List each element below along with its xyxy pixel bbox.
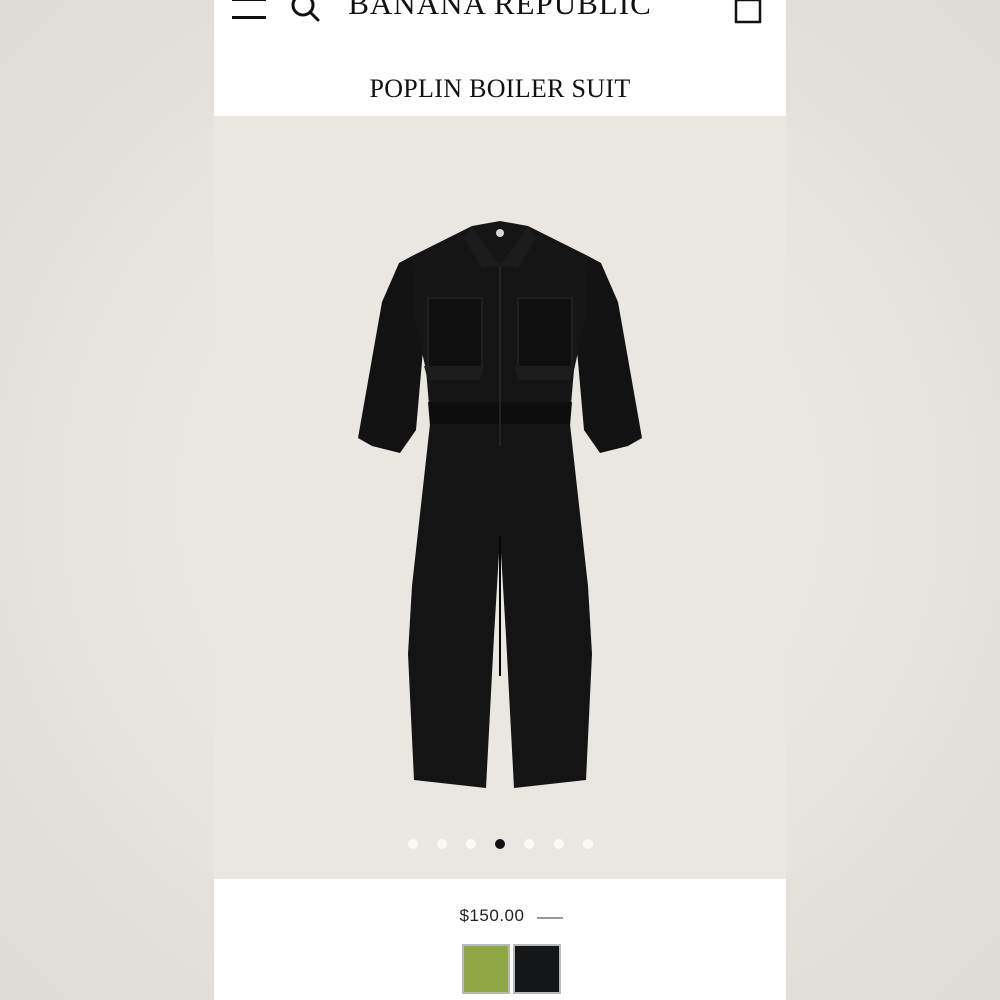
product-title: POPLIN BOILER SUIT [369, 74, 631, 103]
top-navigation-bar: BANANA REPUBLIC [214, 0, 786, 40]
price-row: $150.00 [214, 906, 786, 930]
gallery-dot[interactable] [437, 839, 447, 849]
product-price: $150.00 [459, 906, 525, 925]
color-swatch-green[interactable] [462, 944, 510, 994]
gallery-pagination [214, 837, 786, 851]
gallery-dot[interactable] [524, 839, 534, 849]
menu-icon[interactable] [232, 0, 266, 22]
gallery-dot[interactable] [583, 839, 593, 849]
search-icon[interactable] [288, 0, 324, 24]
mobile-screen: BANANA REPUBLIC POPLIN BOILER SUIT $150.… [214, 0, 786, 1000]
color-swatch-black[interactable] [513, 944, 561, 994]
gallery-dot[interactable] [466, 839, 476, 849]
gallery-dot[interactable] [554, 839, 564, 849]
product-image [358, 221, 642, 788]
shopping-bag-icon[interactable] [732, 0, 764, 26]
gallery-dot-active[interactable] [495, 839, 505, 849]
product-image-gallery[interactable] [214, 116, 786, 879]
brand-logo[interactable]: BANANA REPUBLIC [324, 0, 676, 22]
gallery-dot[interactable] [408, 839, 418, 849]
price-divider [537, 917, 563, 919]
color-swatches [462, 944, 566, 998]
